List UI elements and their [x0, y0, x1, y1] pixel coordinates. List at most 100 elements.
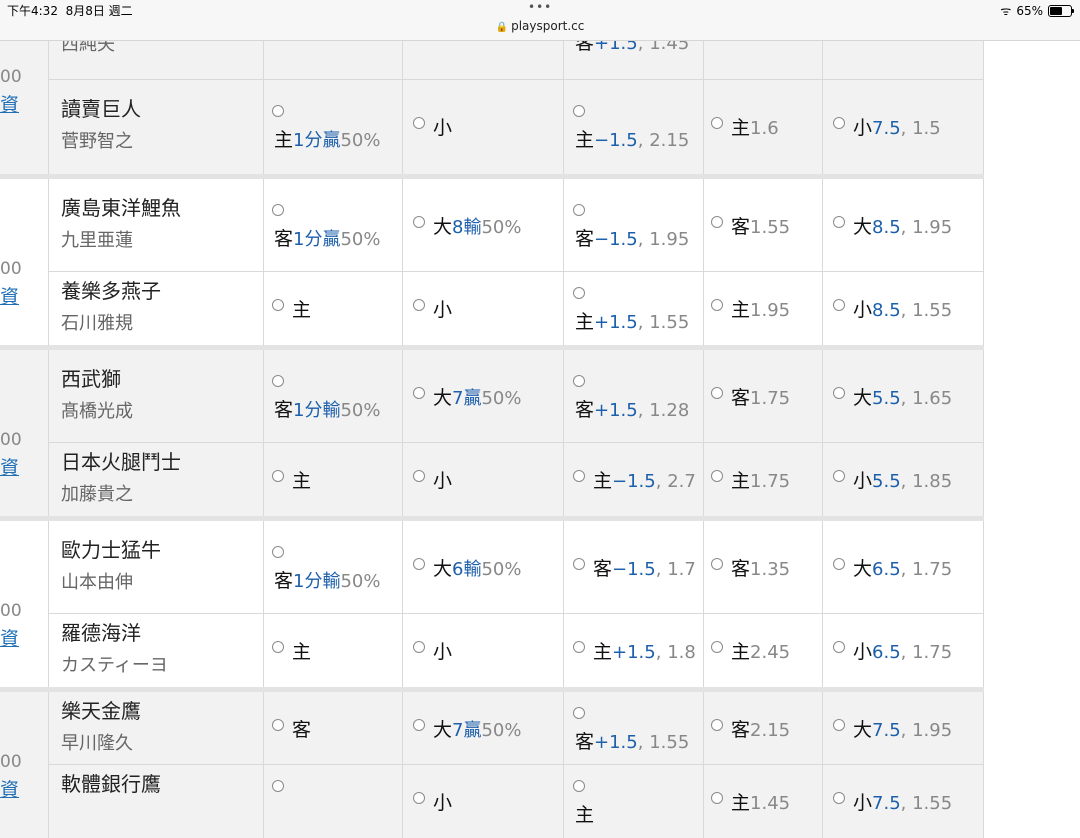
left-link-fragment[interactable]: 資: [0, 282, 19, 309]
radio-button[interactable]: [413, 792, 425, 804]
pick-points: 1分: [293, 229, 323, 250]
radio-button[interactable]: [573, 105, 585, 117]
option-text: 客1.75: [731, 383, 790, 410]
game-row: 樂天金鷹 早川隆久客大7贏50% 客+1.5, 1.55 客2.15 大7.5, 1.9…: [0, 692, 984, 765]
radio-button[interactable]: [573, 470, 585, 482]
radio-button[interactable]: [711, 216, 723, 228]
radio-button[interactable]: [833, 387, 845, 399]
radio-button[interactable]: [272, 780, 284, 792]
option-text: 小8.5, 1.55: [853, 295, 952, 322]
radio-button[interactable]: [413, 299, 425, 311]
pick-side: 客: [731, 387, 751, 409]
left-link-fragment[interactable]: 資: [0, 775, 19, 802]
pick-side: 客: [731, 558, 751, 580]
option-text: 主+1.5, 1.55: [575, 307, 689, 334]
radio-button[interactable]: [413, 719, 425, 731]
radio-button[interactable]: [413, 117, 425, 129]
pick-points: 6: [452, 559, 464, 580]
pick-odds: 1.85: [912, 471, 953, 492]
game-row: 羅德海洋 カスティーヨ主小主+1.5, 1.8 主2.45 小6.5, 1.75: [0, 614, 984, 687]
radio-button[interactable]: [833, 216, 845, 228]
radio-button[interactable]: [573, 204, 585, 216]
option-text: 客1分輸50%: [274, 395, 380, 422]
pick-side: 小: [433, 792, 453, 814]
radio-button[interactable]: [413, 558, 425, 570]
table-cell: [403, 614, 564, 687]
game-row: 日本火腿鬥士 加藤貴之主小主−1.5, 2.7 主1.75 小5.5, 1.85: [0, 443, 984, 516]
radio-button[interactable]: [272, 204, 284, 216]
radio-button[interactable]: [711, 470, 723, 482]
pick-side: 客: [274, 570, 294, 592]
radio-button[interactable]: [711, 299, 723, 311]
radio-button[interactable]: [573, 641, 585, 653]
radio-button[interactable]: [272, 719, 284, 731]
url-text: playsport.cc: [511, 19, 585, 33]
radio-button[interactable]: [272, 105, 284, 117]
radio-button[interactable]: [272, 299, 284, 311]
more-dots-icon[interactable]: •••: [528, 0, 552, 14]
team-name: 羅德海洋: [61, 621, 141, 645]
radio-button[interactable]: [833, 117, 845, 129]
game-row: 歐力士猛牛 山本由伸 客1分輸50% 大6輸50% 客−1.5, 1.7 客1.35 大6.…: [0, 521, 984, 614]
pitcher-name: 菅野智之: [61, 131, 133, 152]
radio-button[interactable]: [413, 470, 425, 482]
radio-button[interactable]: [272, 375, 284, 387]
radio-button[interactable]: [272, 546, 284, 558]
pick-side: 主: [731, 641, 751, 663]
pick-result: 輸: [463, 217, 482, 238]
radio-button[interactable]: [833, 641, 845, 653]
radio-button[interactable]: [573, 287, 585, 299]
radio-button[interactable]: [573, 707, 585, 719]
pick-side: 小: [433, 117, 453, 139]
radio-button[interactable]: [833, 299, 845, 311]
pick-odds: 1.35: [750, 559, 791, 580]
table-cell: [403, 443, 564, 516]
pick-result: 輸: [463, 559, 482, 580]
radio-button[interactable]: [833, 470, 845, 482]
pick-odds: 1.6: [750, 118, 779, 139]
radio-button[interactable]: [573, 780, 585, 792]
option-text: 主1分贏50%: [274, 125, 380, 152]
option-text: 小6.5, 1.75: [853, 637, 952, 664]
pick-odds: 1.55: [750, 217, 791, 238]
pick-side: 小: [433, 470, 453, 492]
radio-button[interactable]: [272, 470, 284, 482]
radio-button[interactable]: [833, 719, 845, 731]
pitcher-name: 早川隆久: [61, 733, 133, 754]
left-link-fragment[interactable]: 資: [0, 453, 19, 480]
left-link-fragment[interactable]: 資: [0, 624, 19, 651]
radio-button[interactable]: [573, 375, 585, 387]
game-row: 讀賣巨人 菅野智之 主1分贏50% 小主−1.5, 2.15 主1.6 小7.5, 1.5: [0, 80, 984, 174]
pick-side: 客: [575, 228, 595, 250]
pick-odds: 1.55: [649, 732, 690, 753]
radio-button[interactable]: [413, 387, 425, 399]
pick-percent: 50%: [340, 400, 381, 421]
radio-button[interactable]: [272, 641, 284, 653]
radio-button[interactable]: [573, 558, 585, 570]
pick-percent: 50%: [481, 388, 522, 409]
address-bar[interactable]: 🔒 playsport.cc: [0, 19, 1080, 33]
game-row: 軟體銀行鷹小主主1.45 小7.5, 1.55: [0, 765, 984, 838]
left-link-fragment[interactable]: 資: [0, 90, 19, 117]
team-name: 廣島東洋鯉魚: [61, 196, 181, 220]
radio-button[interactable]: [711, 558, 723, 570]
radio-button[interactable]: [711, 117, 723, 129]
radio-button[interactable]: [711, 641, 723, 653]
radio-button[interactable]: [711, 387, 723, 399]
radio-button[interactable]: [413, 216, 425, 228]
radio-button[interactable]: [833, 558, 845, 570]
pick-side: 小: [853, 117, 873, 139]
radio-button[interactable]: [413, 641, 425, 653]
radio-button[interactable]: [711, 719, 723, 731]
comma-sep: ,: [637, 229, 650, 250]
option-text: 大7.5, 1.95: [853, 715, 952, 742]
comma-sep: ,: [900, 388, 913, 409]
radio-button[interactable]: [711, 792, 723, 804]
radio-button[interactable]: [833, 792, 845, 804]
pick-result: 贏: [322, 130, 341, 151]
pick-side: 主: [731, 470, 751, 492]
odds-table: 西純矢客大7輸50%客+1.5, 1.45客1.9大7.5, 2.05讀賣巨人菅…: [0, 0, 984, 838]
pick-line: 5.5: [872, 471, 901, 492]
pick-percent: 50%: [340, 130, 381, 151]
pick-odds: 1.65: [912, 388, 953, 409]
